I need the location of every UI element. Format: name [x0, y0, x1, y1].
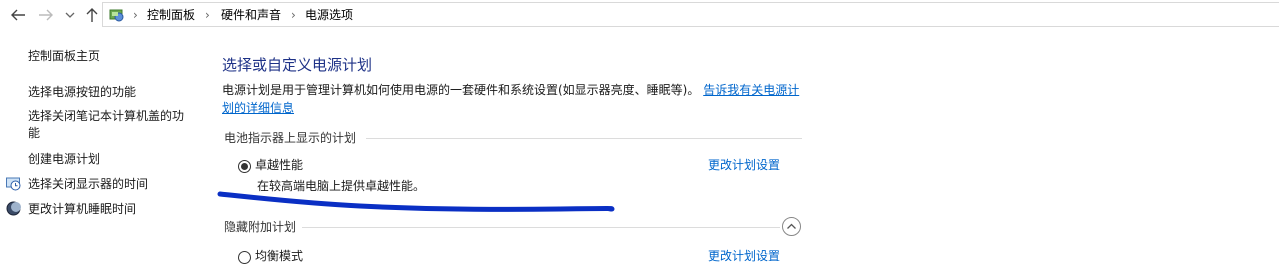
sidebar-item-lid-close[interactable]: 选择关闭笔记本计算机盖的功能	[28, 108, 193, 142]
plan-name-balanced[interactable]: 均衡模式	[255, 248, 303, 264]
breadcrumb-separator: ›	[205, 8, 210, 22]
battery-plans-heading: 电池指示器上显示的计划	[224, 131, 357, 145]
sidebar-item-create-plan[interactable]: 创建电源计划	[28, 151, 100, 168]
description-text: 电源计划是用于管理计算机如何使用电源的一套硬件和系统设置(如显示器亮度、睡眠等)…	[222, 83, 700, 97]
moon-icon	[6, 201, 21, 216]
sidebar-item-display-off[interactable]: 选择关闭显示器的时间	[28, 176, 148, 193]
sidebar-item-power-buttons[interactable]: 选择电源按钮的功能	[28, 84, 136, 101]
plan-radio-ultimate[interactable]	[238, 160, 251, 173]
breadcrumb-power-options[interactable]: 电源选项	[305, 7, 353, 23]
hidden-plans-heading: 隐藏附加计划	[224, 220, 297, 234]
sidebar-item-sleep-time[interactable]: 更改计算机睡眠时间	[28, 201, 136, 218]
change-plan-settings-link[interactable]: 更改计划设置	[708, 248, 780, 264]
plan-name-ultimate[interactable]: 卓越性能	[255, 157, 303, 173]
control-panel-icon	[108, 6, 126, 24]
chevron-down-icon[interactable]	[63, 5, 77, 25]
forward-arrow-icon[interactable]	[36, 5, 56, 25]
radio-selected-dot	[241, 163, 248, 170]
plan-radio-balanced[interactable]	[238, 251, 251, 264]
back-arrow-icon[interactable]	[8, 5, 28, 25]
change-plan-settings-link[interactable]: 更改计划设置	[708, 157, 780, 173]
page-description: 电源计划是用于管理计算机如何使用电源的一套硬件和系统设置(如显示器亮度、睡眠等)…	[222, 81, 802, 117]
page-title: 选择或自定义电源计划	[222, 56, 373, 74]
display-clock-icon	[6, 176, 21, 191]
breadcrumb-separator: ›	[133, 8, 138, 22]
breadcrumb-separator: ›	[291, 8, 296, 22]
group-divider	[366, 138, 802, 139]
breadcrumb-control-panel[interactable]: 控制面板	[147, 7, 195, 23]
breadcrumb-hardware-sound[interactable]: 硬件和声音	[221, 7, 281, 23]
sidebar-home-link[interactable]: 控制面板主页	[28, 48, 100, 65]
group-divider	[302, 227, 780, 228]
address-field[interactable]: › 控制面板 › 硬件和声音 › 电源选项	[102, 2, 1279, 27]
up-arrow-icon[interactable]	[83, 5, 101, 25]
address-bar: › 控制面板 › 硬件和声音 › 电源选项	[0, 0, 1279, 30]
chevron-up-icon[interactable]	[782, 217, 801, 236]
plan-description-ultimate: 在较高端电脑上提供卓越性能。	[257, 179, 426, 193]
